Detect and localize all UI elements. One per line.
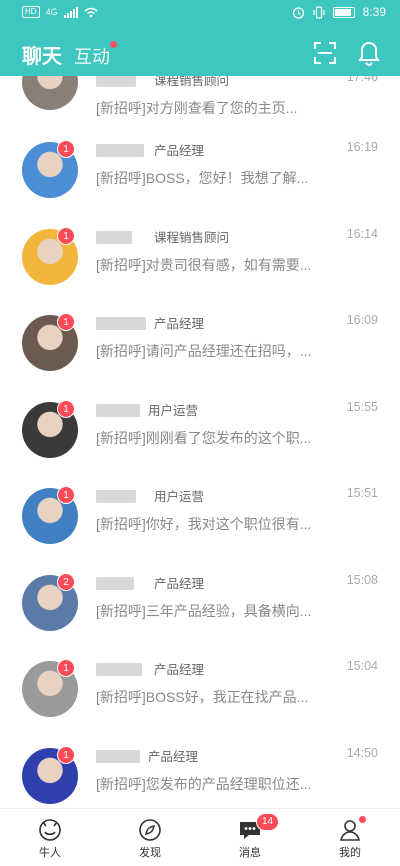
conversation-list: 3课程销售顾问17:46[新招呼]对方刚查看了您的主页...1产品经理16:19… — [0, 76, 400, 808]
top-header: HD 4G 8:39 聊天 互动 — [0, 0, 400, 76]
nav-talent-label: 牛人 — [39, 847, 61, 859]
unread-badge: 1 — [57, 399, 75, 418]
message-preview: [新招呼]刚刚看了您发布的这个职... — [96, 429, 312, 446]
bottom-nav: 牛人 发现 消息 14 我的 — [0, 808, 400, 866]
conversation-row[interactable]: 1 课程销售顾问 16:14 [新招呼]对贵司很有感，如有需要... — [0, 221, 400, 308]
conversation-row[interactable]: 2 产品经理 15:08 [新招呼]三年产品经验，具备横向... — [0, 567, 400, 654]
nav-messages-label: 消息 — [239, 847, 261, 859]
wifi-icon — [84, 7, 98, 17]
conversation-row[interactable]: 3课程销售顾问17:46[新招呼]对方刚查看了您的主页... — [0, 76, 400, 134]
conversation-row[interactable]: 1 产品经理 15:04 [新招呼]BOSS好，我正在找产品... — [0, 653, 400, 740]
message-time: 15:08 — [346, 572, 378, 587]
message-time: 15:51 — [346, 486, 378, 500]
tab-interact-label: 互动 — [74, 47, 110, 67]
unread-badge: 1 — [57, 486, 75, 504]
vibrate-icon — [313, 5, 325, 19]
message-preview: [新招呼]三年产品经验，具备横向... — [96, 602, 312, 619]
conversation-row[interactable]: 1 产品经理 16:19 [新招呼]BOSS，您好！我想了解... — [0, 134, 400, 221]
contact-name-redacted — [96, 144, 144, 157]
job-position: 产品经理 — [154, 144, 205, 158]
contact-name-redacted — [96, 490, 136, 503]
contact-name-redacted — [96, 76, 136, 87]
job-position: 课程销售顾问 — [154, 230, 230, 245]
scan-icon[interactable] — [312, 40, 338, 66]
message-preview: [新招呼]对方刚查看了您的主页... — [96, 100, 298, 116]
messages-badge: 14 — [256, 813, 280, 831]
contact-name-redacted — [96, 230, 132, 244]
unread-badge: 1 — [57, 313, 75, 331]
tab-interact-dot — [110, 41, 117, 48]
tab-chat[interactable]: 聊天 — [22, 40, 62, 69]
message-preview: [新招呼]对贵司很有感，如有需要... — [96, 256, 312, 273]
battery-icon — [332, 6, 355, 18]
contact-name-redacted — [96, 749, 140, 763]
unread-badge: 1 — [57, 745, 75, 764]
message-preview: [新招呼]BOSS好，我正在找产品... — [96, 689, 309, 705]
avatar[interactable] — [22, 76, 78, 110]
status-time: 8:39 — [362, 5, 386, 19]
message-preview: [新招呼]请问产品经理还在招吗，... — [96, 343, 312, 359]
message-time: 17:46 — [346, 76, 378, 84]
job-position: 产品经理 — [154, 663, 205, 677]
message-time: 16:09 — [346, 313, 378, 327]
job-position: 用户运营 — [148, 403, 199, 418]
conversation-row[interactable]: 1 用户运营 15:51 [新招呼]你好，我对这个职位很有... — [0, 480, 400, 567]
unread-badge: 1 — [57, 140, 75, 158]
message-preview: [新招呼]您发布的产品经理职位还... — [96, 775, 312, 792]
bell-icon[interactable] — [356, 40, 382, 66]
conversation-row[interactable]: 1 产品经理 16:09 [新招呼]请问产品经理还在招吗，... — [0, 307, 400, 394]
conversation-row[interactable]: 1 产品经理 14:50 [新招呼]您发布的产品经理职位还... — [0, 740, 400, 809]
job-position: 产品经理 — [154, 576, 205, 591]
alarm-icon — [292, 6, 304, 19]
nav-talent[interactable]: 牛人 — [0, 809, 100, 866]
unread-badge: 2 — [57, 572, 75, 591]
nav-profile-label: 我的 — [339, 847, 361, 859]
message-preview: [新招呼]你好，我对这个职位很有... — [96, 516, 312, 532]
status-bar: HD 4G 8:39 — [0, 0, 400, 26]
signal-icon — [63, 6, 78, 18]
nav-messages[interactable]: 消息 14 — [200, 809, 300, 866]
job-position: 产品经理 — [148, 749, 199, 764]
job-position: 课程销售顾问 — [154, 76, 230, 88]
job-position: 用户运营 — [154, 490, 205, 504]
tab-interact[interactable]: 互动 — [74, 41, 117, 69]
conversation-row[interactable]: 1 用户运营 15:55 [新招呼]刚刚看了您发布的这个职... — [0, 394, 400, 481]
contact-name-redacted — [96, 403, 140, 417]
message-preview: [新招呼]BOSS，您好！我想了解... — [96, 170, 309, 186]
contact-name-redacted — [96, 576, 134, 590]
nav-profile[interactable]: 我的 — [300, 809, 400, 866]
message-time: 16:19 — [346, 140, 378, 154]
network-indicator: 4G — [45, 7, 58, 17]
contact-name-redacted — [96, 663, 142, 676]
compass-icon — [139, 819, 161, 841]
header-tabs: 聊天 互动 — [22, 40, 117, 69]
message-time: 15:04 — [346, 659, 378, 673]
contact-name-redacted — [96, 317, 146, 330]
talent-icon — [39, 819, 61, 841]
unread-badge: 1 — [57, 659, 75, 677]
hd-indicator: HD — [22, 6, 40, 18]
nav-discover-label: 发现 — [139, 847, 161, 859]
job-position: 产品经理 — [154, 317, 205, 331]
message-time: 14:50 — [346, 745, 378, 760]
message-time: 16:14 — [346, 226, 378, 241]
message-time: 15:55 — [346, 399, 378, 414]
profile-dot — [359, 816, 366, 823]
nav-discover[interactable]: 发现 — [100, 809, 200, 866]
unread-badge: 1 — [57, 226, 75, 245]
